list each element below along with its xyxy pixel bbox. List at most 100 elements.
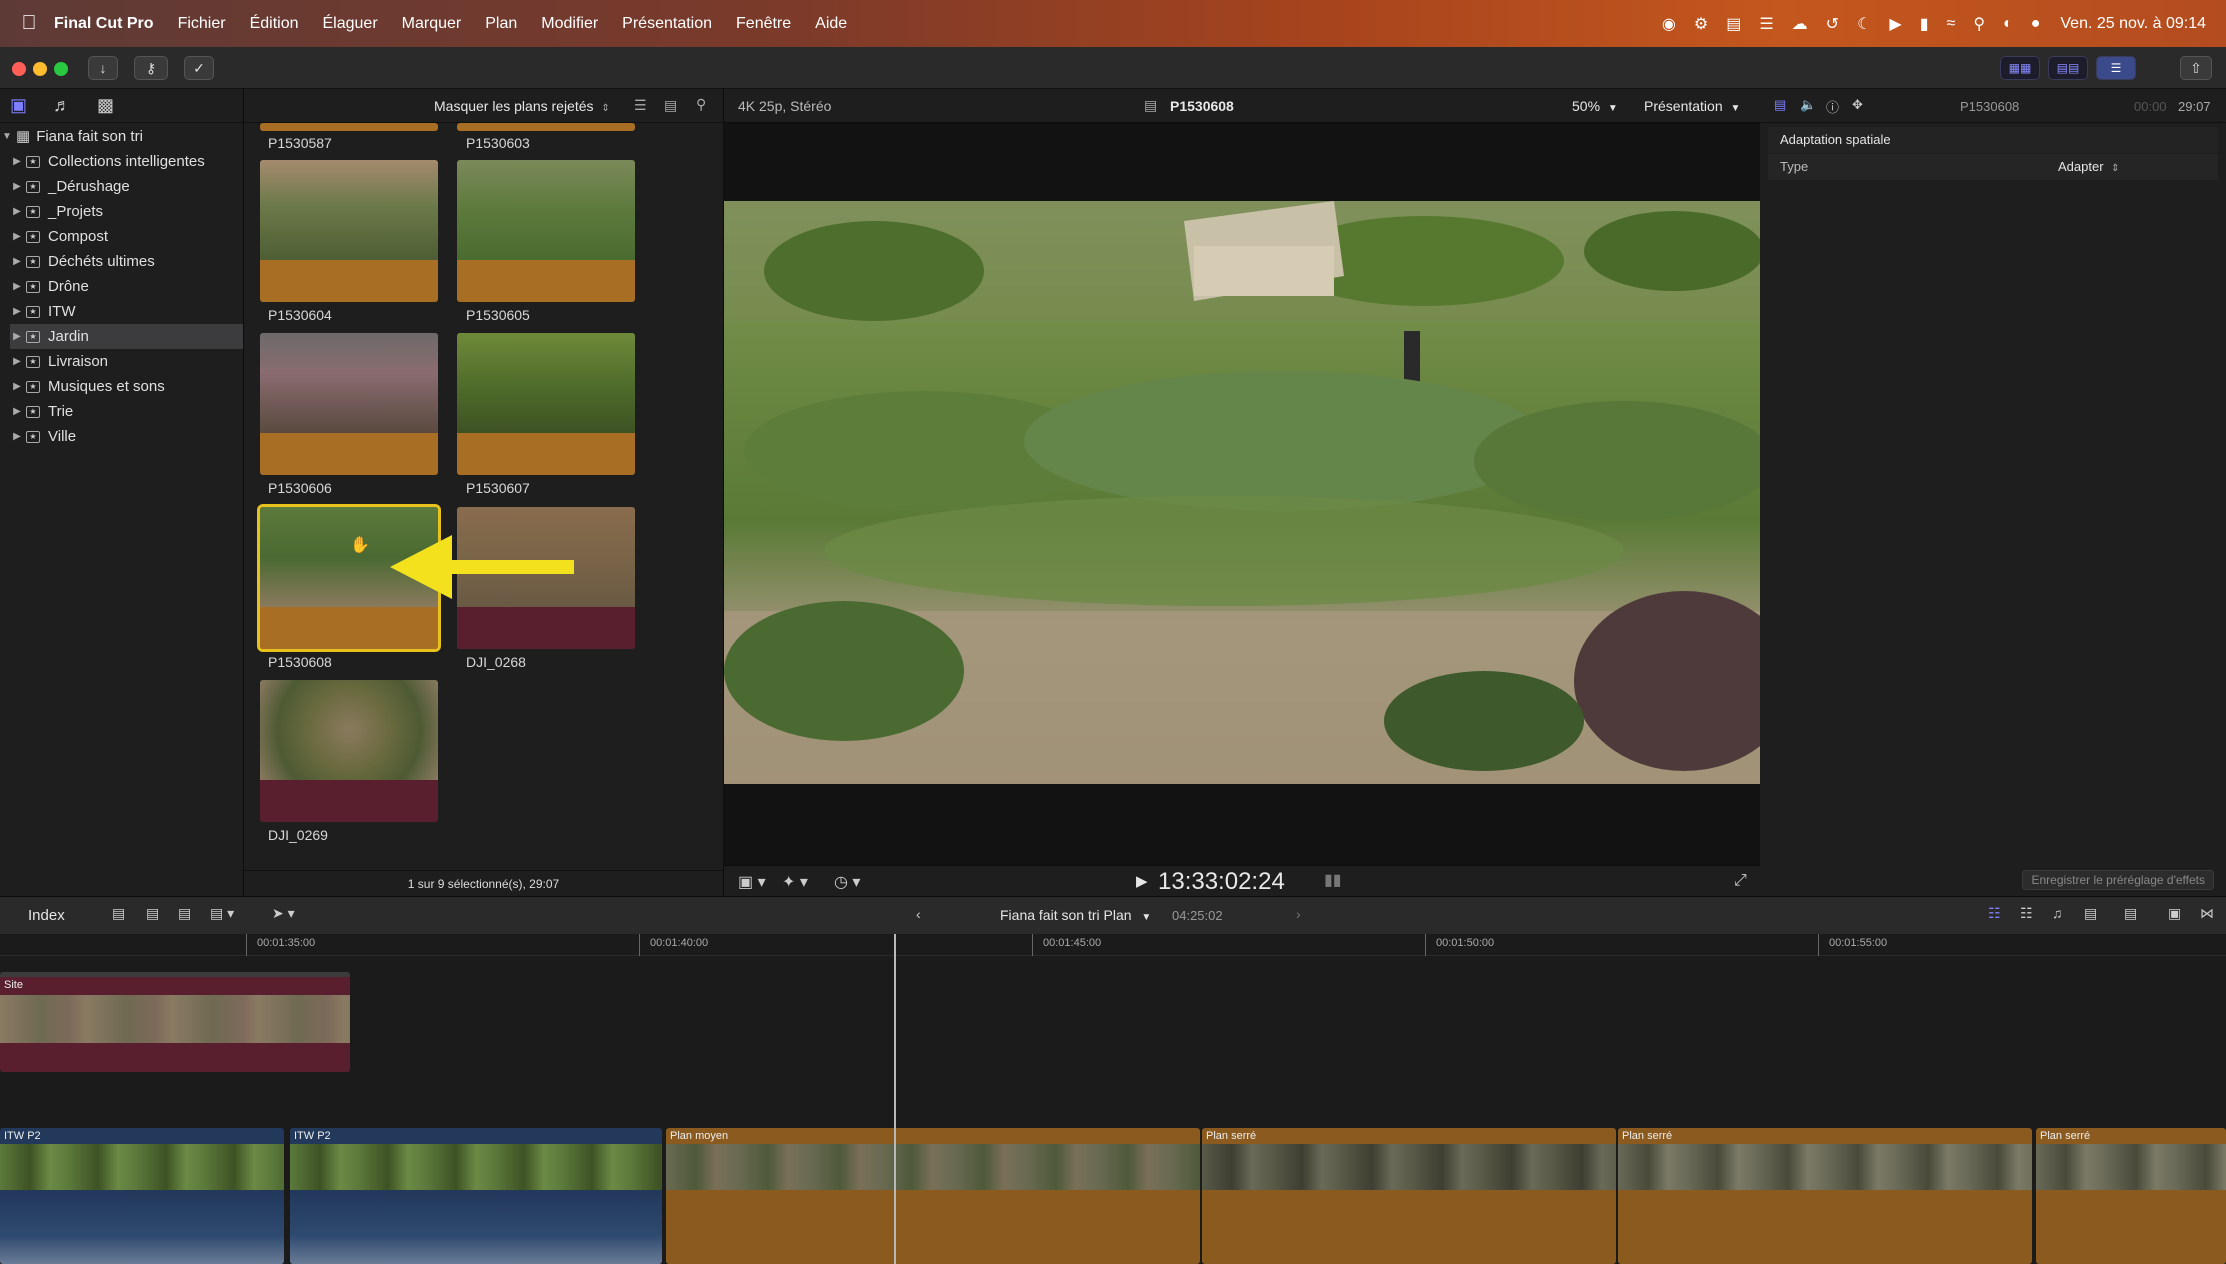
clip-appearance-icon[interactable]: ▤ [664,97,677,114]
timeline-clip-site[interactable]: Site [0,972,350,1072]
disclosure-icon[interactable]: ▶ [10,356,24,367]
clip-thumbnail[interactable] [457,333,635,475]
skimming-icon[interactable]: ☷ [1988,905,2001,922]
event-item[interactable]: ▶ ★ Trie [10,399,243,424]
timeline-clip-plan-serre[interactable]: Plan serré [1618,1128,2032,1264]
disclosure-icon[interactable]: ▶ [10,331,24,342]
clip-thumbnail[interactable] [260,123,438,131]
record-icon[interactable]: ◉ [1662,14,1676,34]
save-effects-preset-button[interactable]: Enregistrer le préréglage d'effets [2022,870,2214,890]
event-item[interactable]: ▶ ★ Livraison [10,349,243,374]
append-edit-icon[interactable]: ▤ [178,905,191,922]
video-inspector-icon[interactable]: ▤ [1774,97,1786,113]
zoom-window-button[interactable] [54,62,68,76]
fullscreen-icon[interactable]: ⤢ [1734,872,1747,890]
menu-app[interactable]: Final Cut Pro [54,15,154,33]
document-icon[interactable]: ▤ [1726,14,1741,34]
clip-thumbnail[interactable] [457,160,635,302]
disclosure-icon[interactable]: ▶ [10,206,24,217]
play-circle-icon[interactable]: ▶ [1889,14,1901,34]
disclosure-icon[interactable]: ▶ [10,306,24,317]
show-timeline-button[interactable]: ▤▤ [2048,56,2088,80]
titles-generators-icon[interactable]: ▩ [97,95,114,116]
list-view-icon[interactable]: ☰ [634,97,647,114]
solo-icon[interactable]: ▤ [2084,905,2097,922]
timeline-clip-itw[interactable]: ITW P2 [290,1128,662,1264]
disclosure-icon[interactable]: ▶ [10,181,24,192]
timeline-tracks[interactable]: Site ITW P2 ITW P2 Plan moyen Plan serré… [0,956,2226,1264]
snapping-icon[interactable]: ▤ [2124,905,2137,922]
event-item[interactable]: ▶ ★ Collections intelligentes [10,149,243,174]
show-browser-button[interactable]: ▦▦ [2000,56,2040,80]
close-window-button[interactable] [12,62,26,76]
show-inspector-button[interactable]: ☰ [2096,56,2136,80]
menu-modifier[interactable]: Modifier [541,15,598,33]
menu-marquer[interactable]: Marquer [402,15,462,33]
timeline-ruler[interactable]: 00:01:35:00 00:01:40:00 00:01:45:00 00:0… [0,934,2226,956]
timecode-display[interactable]: 13:33:02:24 [1158,868,1285,896]
time-machine-icon[interactable]: ↺ [1826,14,1839,34]
zoom-menu[interactable]: 50% ▼ [1572,98,1618,114]
stack-icon[interactable]: ☰ [1759,14,1773,34]
share-button[interactable]: ⇧ [2180,56,2212,80]
control-center-icon[interactable]: ◐ [2003,15,2013,33]
timeline-clip-plan-serre[interactable]: Plan serré [2036,1128,2226,1264]
siri-icon[interactable]: ● [2031,15,2041,33]
minimize-window-button[interactable] [33,62,47,76]
disclosure-open-icon[interactable]: ▼ [0,131,14,142]
event-item[interactable]: ▶ ★ Déchéts ultimes [10,249,243,274]
disclosure-icon[interactable]: ▶ [10,406,24,417]
event-item[interactable]: ▶ ★ Jardin [10,324,243,349]
clip-appearance-icon[interactable]: ▣ [2168,905,2181,922]
event-item[interactable]: ▶ ★ _Projets [10,199,243,224]
index-button[interactable]: Index [28,907,65,924]
import-button[interactable]: ↓ [88,56,118,80]
background-tasks-button[interactable]: ✓ [184,56,214,80]
enhance-icon[interactable]: ✦ ▾ [782,872,808,892]
transform-inspector-icon[interactable]: ✥ [1852,97,1863,113]
select-tool-icon[interactable]: ➤ ▾ [272,905,295,922]
search-icon[interactable]: ⚲ [696,96,706,113]
clip-thumbnail[interactable] [260,333,438,475]
effects-browser-icon[interactable]: ⋈ [2200,905,2214,922]
clip-thumbnail[interactable] [260,680,438,822]
event-item[interactable]: ▶ ★ ITW [10,299,243,324]
library-row[interactable]: ▼ ▦ Fiana fait son tri [0,123,243,149]
clip-thumbnail[interactable] [260,160,438,302]
keywords-button[interactable]: ⚷ [134,56,168,80]
disclosure-icon[interactable]: ▶ [10,231,24,242]
battery-icon[interactable]: ▮ [1920,14,1929,34]
playhead[interactable] [894,934,896,1264]
event-item[interactable]: ▶ ★ Ville [10,424,243,449]
audio-skimming-icon[interactable]: ☷ [2020,905,2033,922]
back-history-icon[interactable]: ‹ [916,906,921,922]
libraries-icon[interactable]: ▣ [10,95,27,116]
menu-clock[interactable]: Ven. 25 nov. à 09:14 [2060,15,2206,33]
disclosure-icon[interactable]: ▶ [10,381,24,392]
event-item[interactable]: ▶ ★ Drône [10,274,243,299]
timeline-clip-itw[interactable]: ITW P2 [0,1128,284,1264]
menu-plan[interactable]: Plan [485,15,517,33]
timeline-clip-plan-serre[interactable]: Plan serré [1202,1128,1616,1264]
apple-icon[interactable]:  [18,12,40,35]
menu-elaguer[interactable]: Élaguer [323,15,378,33]
video-frame[interactable] [724,201,1760,784]
moon-icon[interactable]: ☾ [1857,14,1871,34]
menu-fichier[interactable]: Fichier [178,15,226,33]
audio-inspector-icon[interactable]: 🔈 [1800,97,1816,113]
menu-presentation[interactable]: Présentation [622,15,712,33]
search-icon[interactable]: ⚲ [1973,14,1985,34]
connect-edit-icon[interactable]: ▤ [112,905,125,922]
event-item[interactable]: ▶ ★ _Dérushage [10,174,243,199]
transform-icon[interactable]: ▣ ▾ [738,872,766,892]
presentation-menu[interactable]: Présentation ▼ [1644,98,1740,114]
project-menu[interactable]: Fiana fait son tri Plan ▼ [1000,907,1151,923]
clip-filter-menu[interactable]: Masquer les plans rejetés ⇕ [434,98,610,114]
menu-fenetre[interactable]: Fenêtre [736,15,791,33]
insert-edit-icon[interactable]: ▤ [146,905,159,922]
headphones-icon[interactable]: ♫ [2052,905,2063,921]
menu-edition[interactable]: Édition [250,15,299,33]
overwrite-edit-icon[interactable]: ▤ ▾ [210,905,234,922]
disclosure-icon[interactable]: ▶ [10,431,24,442]
disclosure-icon[interactable]: ▶ [10,256,24,267]
